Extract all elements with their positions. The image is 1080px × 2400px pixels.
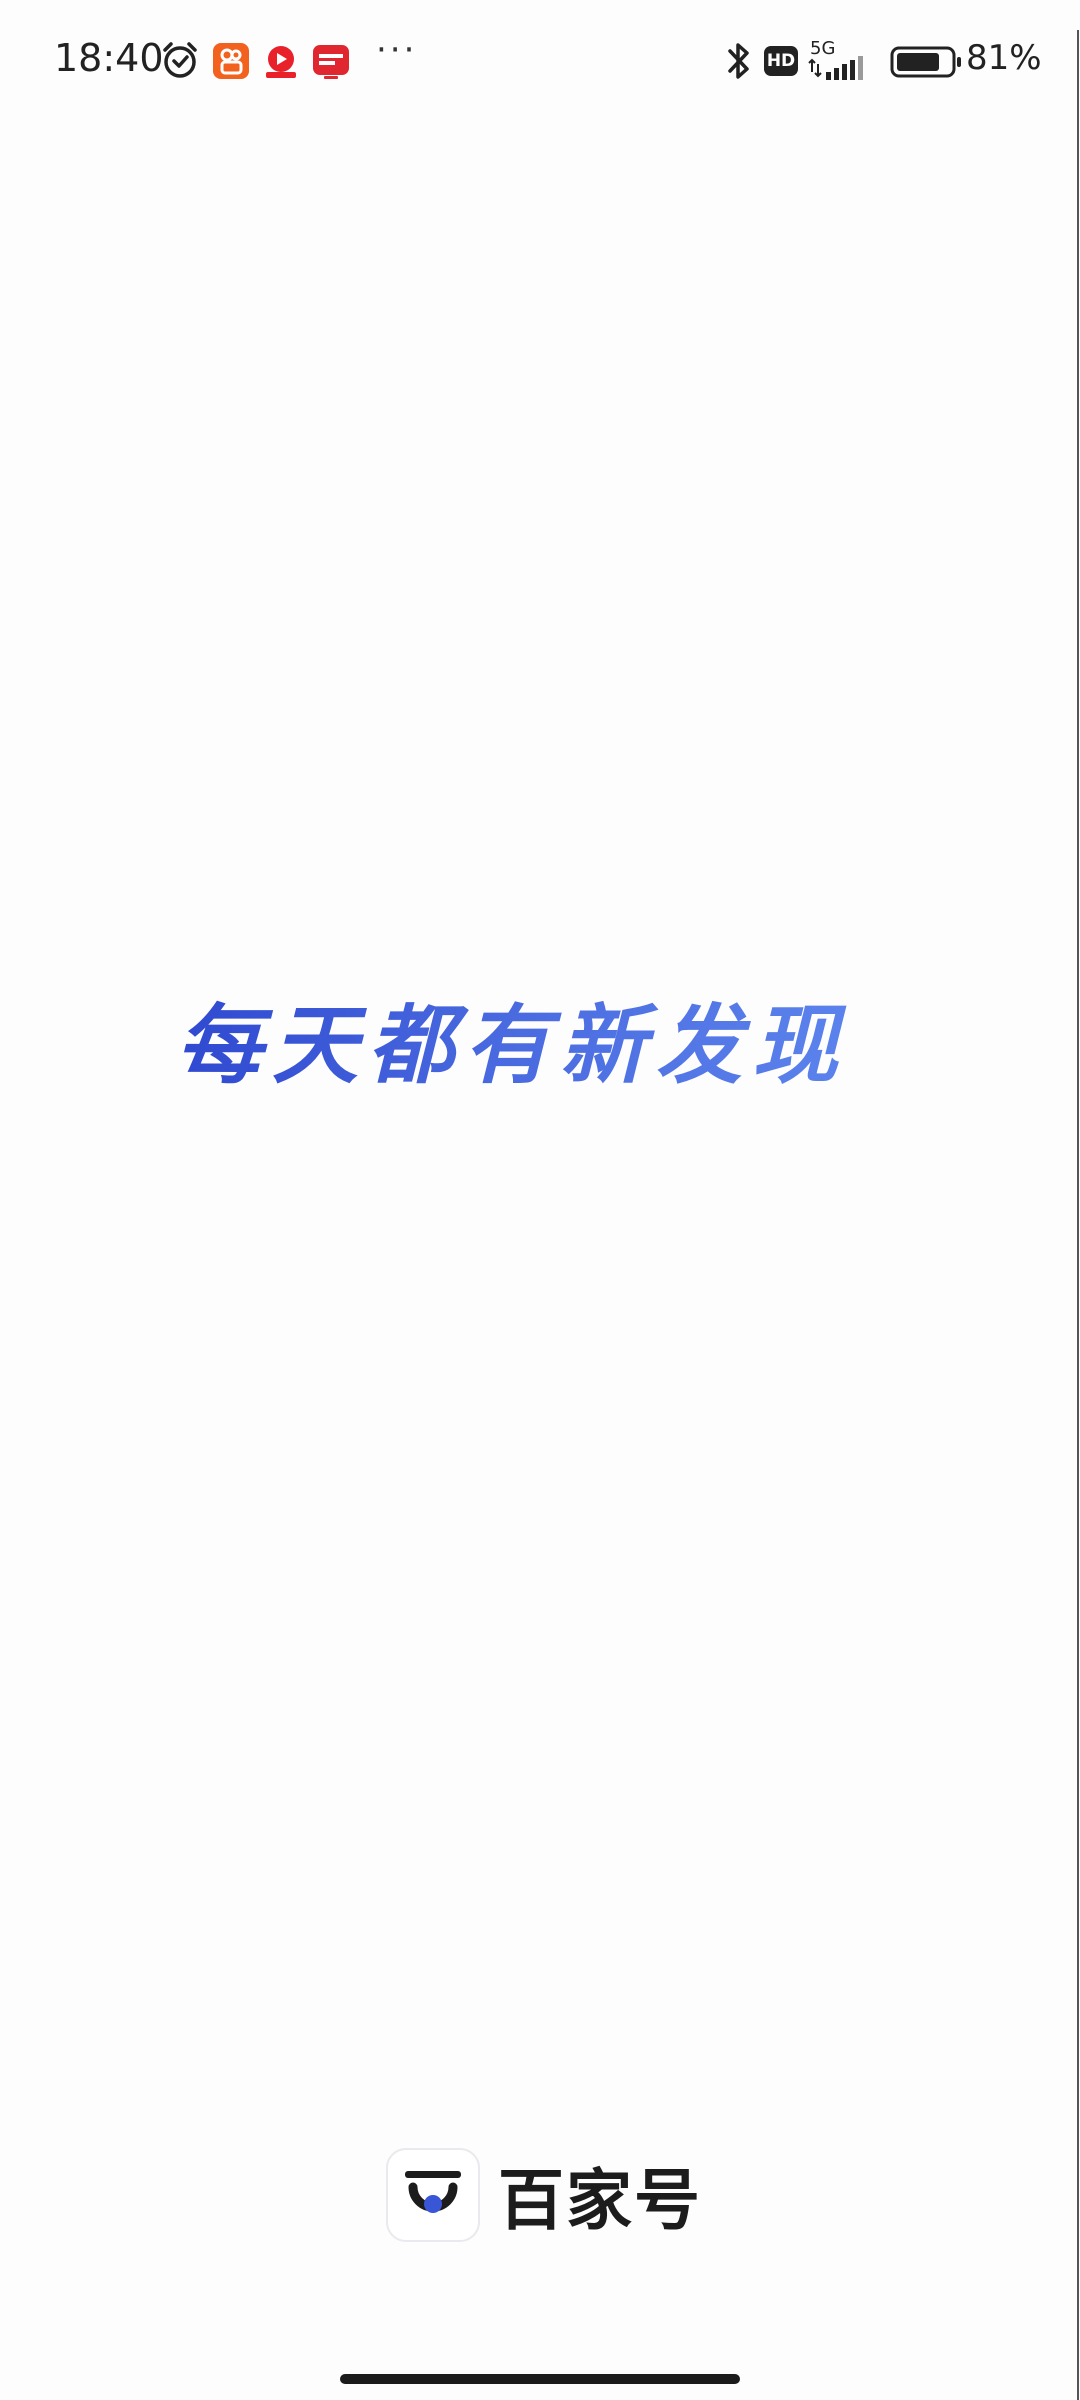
app-notification-icon-video (262, 42, 300, 80)
status-bar: 18:40 ··· HD 5G 81% (0, 0, 1080, 124)
baijiahao-logo-icon (386, 2148, 480, 2242)
app-notification-icon-orange (212, 42, 250, 80)
splash-slogan: 每天都有新发现 (176, 975, 848, 1100)
hd-badge-text: HD (766, 51, 796, 71)
app-notification-icon-news (312, 42, 350, 80)
bluetooth-icon (722, 40, 760, 79)
status-time: 18:40 (54, 36, 164, 80)
battery-percent: 81% (966, 38, 1042, 78)
home-indicator[interactable] (340, 2374, 740, 2384)
brand-name: 百家号 (498, 2162, 702, 2239)
hd-icon: HD (764, 46, 798, 76)
brand-logo: 百家号 (386, 2147, 702, 2243)
battery-icon (890, 46, 964, 78)
alarm-icon (160, 40, 198, 78)
screen-edge-divider (1077, 30, 1079, 2400)
splash-slogan-container: 每天都有新发现 (0, 975, 1080, 1100)
more-notifications-icon: ··· (376, 30, 418, 70)
signal-icon (808, 54, 876, 82)
